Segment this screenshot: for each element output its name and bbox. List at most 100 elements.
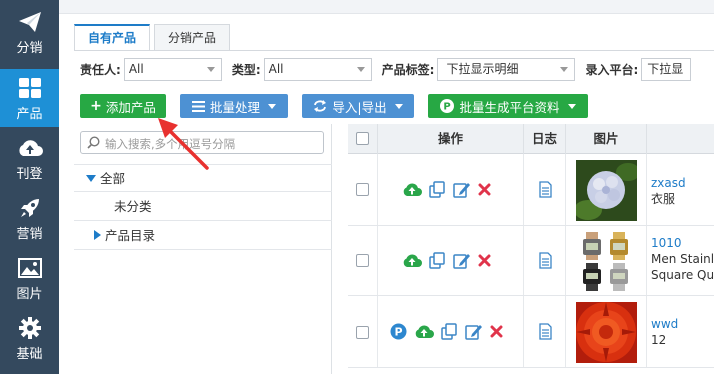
owner-select-value: All	[128, 61, 144, 76]
product-title-line: Square Qua	[651, 268, 714, 282]
add-product-label: 添加产品	[105, 99, 156, 115]
cloud-upload-icon[interactable]	[414, 324, 434, 340]
list-icon	[191, 100, 205, 112]
plus-icon: +	[90, 98, 102, 114]
main-sidebar: 分销 产品 刊登 营销 图片 基础	[0, 0, 59, 374]
copy-icon[interactable]	[429, 181, 446, 198]
delete-icon[interactable]	[478, 183, 491, 196]
select-all-checkbox[interactable]	[356, 132, 369, 145]
row-checkbox-cell	[348, 154, 378, 225]
edit-icon[interactable]	[453, 181, 471, 198]
import-export-button[interactable]: 导入|导出	[302, 94, 414, 118]
platform-select-value: 下拉显	[647, 61, 684, 76]
expand-right-icon	[94, 230, 101, 240]
platform-label: 录入平台:	[585, 62, 639, 77]
grid-icon	[18, 75, 41, 101]
product-title-line: 12	[651, 333, 667, 347]
type-select-value: All	[268, 61, 284, 76]
type-select[interactable]: All	[263, 57, 372, 81]
edit-icon[interactable]	[465, 323, 483, 340]
row-actions: P	[390, 323, 510, 340]
row-checkbox-cell	[348, 296, 378, 367]
tag-select[interactable]: 下拉显示明细	[437, 57, 576, 81]
row-actions	[402, 181, 498, 198]
rocket-icon	[19, 195, 41, 221]
p-circle-icon: P	[440, 99, 455, 113]
caret-down-icon	[268, 103, 276, 109]
product-title-line: 衣服	[651, 192, 676, 206]
tree-node-uncategorized[interactable]: 未分类	[74, 193, 332, 221]
tree-node-label: 产品目录	[105, 228, 156, 243]
sidebar-item-images[interactable]: 图片	[0, 249, 59, 307]
product-sku-link[interactable]: zxasd	[651, 175, 686, 191]
svg-text:P: P	[444, 102, 451, 113]
cloud-upload-icon[interactable]	[402, 253, 422, 269]
generate-label: 批量生成平台资料	[459, 99, 560, 115]
image-icon	[17, 255, 42, 281]
edit-icon[interactable]	[453, 252, 471, 269]
product-name-block: 1010 Men Stainle Square Qua	[651, 235, 714, 283]
tab-own-products[interactable]: 自有产品	[74, 24, 151, 51]
table-header: 操作 日志 图片	[348, 124, 714, 154]
tree-node-catalog[interactable]: 产品目录	[74, 222, 332, 250]
generate-platform-data-button[interactable]: P 批量生成平台资料	[428, 94, 588, 118]
name-cell: 1010 Men Stainle Square Qua	[647, 226, 714, 295]
type-label: 类型:	[231, 62, 261, 77]
product-thumbnail-watches[interactable]	[576, 231, 637, 292]
operation-cell: P	[378, 296, 524, 367]
product-name-block: zxasd 衣服	[651, 175, 686, 207]
sidebar-item-label: 营销	[16, 226, 43, 242]
top-strip	[59, 0, 714, 14]
column-header-name	[647, 124, 714, 154]
tree-node-label: 全部	[100, 171, 126, 186]
product-tabs: 自有产品 分销产品	[74, 24, 234, 51]
column-header-log: 日志	[524, 124, 566, 154]
chevron-down-icon	[560, 66, 569, 72]
sidebar-item-marketing[interactable]: 营销	[0, 189, 59, 247]
column-header-operation: 操作	[378, 124, 524, 154]
owner-select[interactable]: All	[123, 57, 222, 81]
expand-down-icon	[86, 175, 96, 182]
log-document-icon[interactable]	[539, 181, 552, 198]
operation-cell	[378, 226, 524, 295]
product-thumbnail-hydrangea[interactable]	[576, 160, 637, 221]
tab-distribution-products[interactable]: 分销产品	[154, 24, 231, 51]
copy-icon[interactable]	[429, 252, 446, 269]
operation-cell	[378, 154, 524, 225]
row-checkbox[interactable]	[356, 326, 369, 339]
filter-bar: 责任人: All 类型: All 产品标签: 下拉显示明细 录入平台: 下拉显	[80, 57, 692, 81]
delete-icon[interactable]	[478, 254, 491, 267]
cloud-upload-icon	[17, 135, 43, 161]
tag-label: 产品标签:	[381, 62, 435, 77]
svg-text:P: P	[394, 326, 402, 339]
sidebar-item-distribution[interactable]: 分销	[0, 0, 59, 64]
sidebar-item-products[interactable]: 产品	[0, 69, 59, 127]
cloud-upload-icon[interactable]	[402, 182, 422, 198]
product-thumbnail-red-flower[interactable]	[576, 302, 637, 363]
product-sku-link[interactable]: 1010	[651, 235, 714, 251]
log-cell	[524, 226, 566, 295]
chevron-down-icon	[206, 66, 215, 72]
sidebar-item-label: 刊登	[16, 166, 43, 182]
log-cell	[524, 296, 566, 367]
search-icon	[87, 136, 100, 149]
platform-select[interactable]: 下拉显	[641, 57, 692, 81]
tree-node-label: 未分类	[114, 199, 152, 214]
log-document-icon[interactable]	[539, 252, 552, 269]
row-checkbox[interactable]	[356, 183, 369, 196]
paper-plane-icon	[18, 9, 42, 35]
import-export-label: 导入|导出	[332, 99, 387, 115]
row-checkbox[interactable]	[356, 254, 369, 267]
row-checkbox-cell	[348, 226, 378, 295]
caret-down-icon	[567, 103, 576, 109]
product-sku-link[interactable]: wwd	[651, 316, 678, 332]
p-platform-icon[interactable]: P	[390, 323, 407, 340]
copy-icon[interactable]	[441, 323, 458, 340]
log-document-icon[interactable]	[539, 323, 552, 340]
log-cell	[524, 154, 566, 225]
delete-icon[interactable]	[490, 325, 503, 338]
sidebar-item-publish[interactable]: 刊登	[0, 129, 59, 187]
row-actions	[402, 252, 498, 269]
sidebar-item-basic[interactable]: 基础	[0, 309, 59, 367]
tag-select-value: 下拉显示明细	[446, 61, 519, 76]
